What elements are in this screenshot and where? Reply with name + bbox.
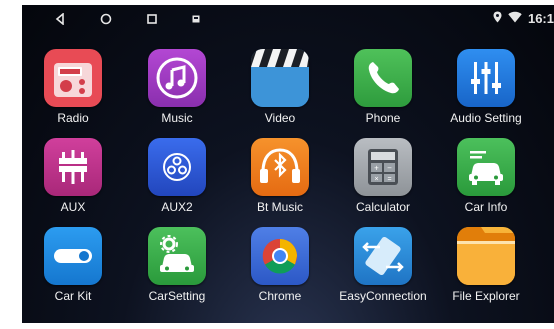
app-label: AUX2 <box>161 200 193 214</box>
music-icon <box>148 49 206 107</box>
wifi-icon <box>508 11 522 26</box>
app-label: Calculator <box>355 200 411 214</box>
video-icon <box>251 49 309 107</box>
app-label: Bt Music <box>256 200 303 214</box>
app-car-kit[interactable]: Car Kit <box>22 227 125 303</box>
svg-text:+: + <box>374 164 379 173</box>
svg-text:=: = <box>387 176 391 183</box>
app-label: CarSetting <box>148 289 206 303</box>
file-explorer-icon <box>457 227 515 285</box>
car-info-icon <box>457 138 515 196</box>
calculator-icon: + − × = <box>354 138 412 196</box>
app-radio[interactable]: Radio <box>22 49 125 125</box>
recents-icon[interactable] <box>144 12 160 26</box>
head-unit-screen: 16:1 Radio Music Video Phone Audio Setti… <box>22 5 554 323</box>
equalizer-icon <box>457 49 515 107</box>
app-aux[interactable]: AUX <box>22 138 125 214</box>
app-car-setting[interactable]: CarSetting <box>125 227 229 303</box>
app-calculator[interactable]: + − × = Calculator <box>331 138 435 214</box>
phone-icon <box>354 49 412 107</box>
aux2-icon <box>148 138 206 196</box>
app-label: File Explorer <box>452 289 520 303</box>
app-label: Car Info <box>464 200 508 214</box>
location-icon <box>493 11 502 26</box>
svg-text:×: × <box>374 176 378 183</box>
app-label: AUX <box>60 200 86 214</box>
back-icon[interactable] <box>52 12 68 26</box>
status-area: 16:1 <box>493 11 554 26</box>
car-kit-icon <box>44 227 102 285</box>
device-frame: 16:1 Radio Music Video Phone Audio Setti… <box>0 0 554 329</box>
easy-connection-icon <box>354 227 412 285</box>
app-aux2[interactable]: AUX2 <box>125 138 229 214</box>
app-label: Phone <box>365 111 401 125</box>
bluetooth-music-icon <box>251 138 309 196</box>
app-bt-music[interactable]: Bt Music <box>228 138 332 214</box>
app-music[interactable]: Music <box>125 49 229 125</box>
app-label: Music <box>161 111 193 125</box>
app-label: Chrome <box>258 289 302 303</box>
app-audio-setting[interactable]: Audio Setting <box>434 49 538 125</box>
app-label: Video <box>264 111 296 125</box>
home-icon[interactable] <box>98 12 114 26</box>
car-setting-icon <box>148 227 206 285</box>
chrome-icon <box>251 227 309 285</box>
app-video[interactable]: Video <box>228 49 332 125</box>
screenshot-icon[interactable] <box>188 12 204 26</box>
app-car-info[interactable]: Car Info <box>434 138 538 214</box>
svg-text:−: − <box>387 164 392 173</box>
aux-icon <box>44 138 102 196</box>
app-easy-connection[interactable]: EasyConnection <box>331 227 435 303</box>
app-label: Radio <box>57 111 89 125</box>
app-chrome[interactable]: Chrome <box>228 227 332 303</box>
status-time: 16:1 <box>527 11 554 26</box>
app-label: EasyConnection <box>339 289 427 303</box>
app-label: Audio Setting <box>450 111 522 125</box>
status-bar: 16:1 <box>22 5 554 33</box>
app-label: Car Kit <box>54 289 92 303</box>
app-phone[interactable]: Phone <box>331 49 435 125</box>
radio-icon <box>44 49 102 107</box>
app-file-explorer[interactable]: File Explorer <box>434 227 538 303</box>
